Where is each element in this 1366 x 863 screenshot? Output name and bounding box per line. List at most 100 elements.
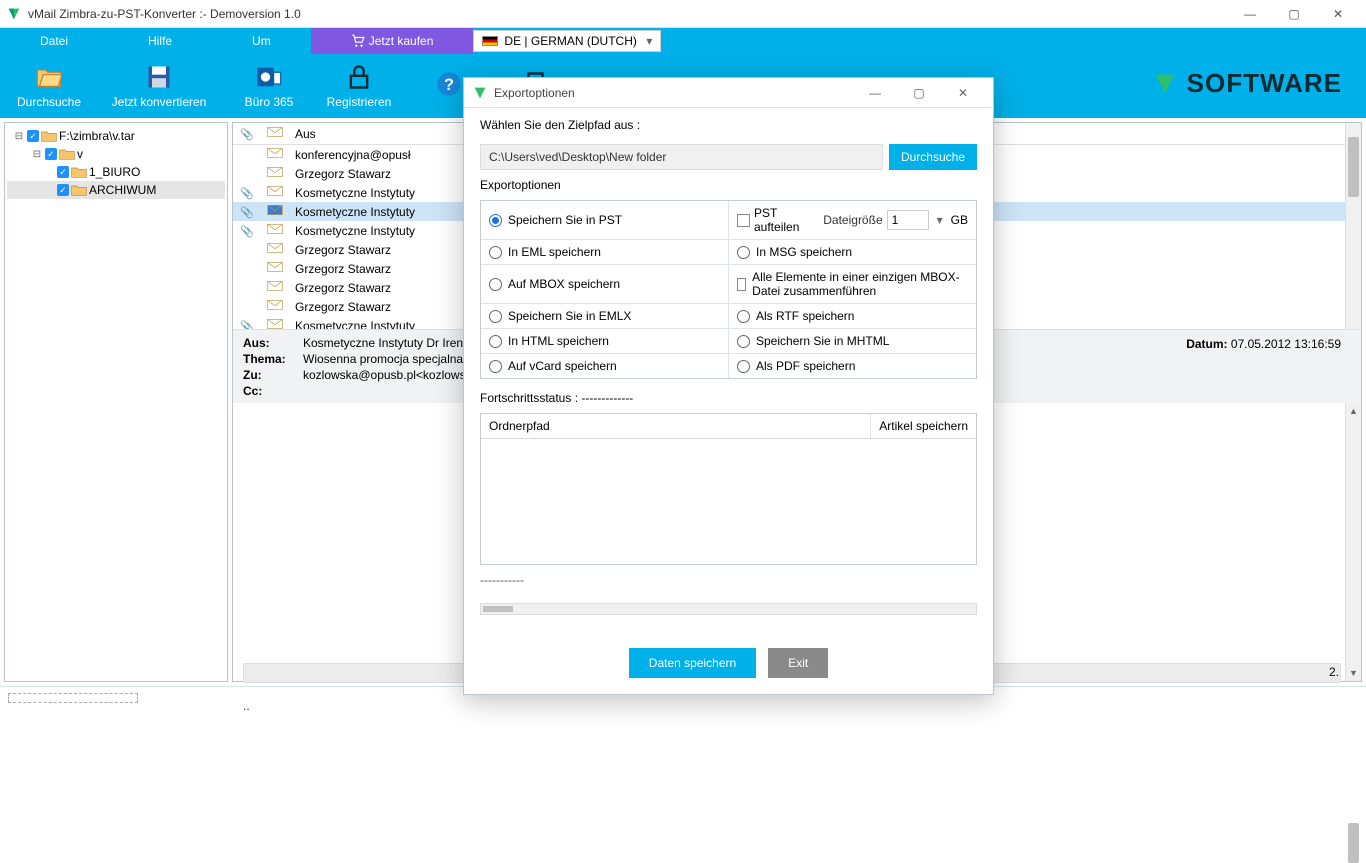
exit-button[interactable]: Exit	[768, 648, 828, 678]
envelope-icon	[267, 261, 283, 273]
checkbox-icon[interactable]	[737, 214, 750, 227]
content-vertical-scrollbar[interactable]: ▲ ▼	[1345, 403, 1361, 681]
tool-office365[interactable]: Büro 365	[224, 56, 314, 116]
radio-icon	[737, 310, 750, 323]
dialog-titlebar: Exportoptionen — ▢ ✕	[464, 78, 993, 108]
dialog-close-button[interactable]: ✕	[941, 86, 985, 100]
tree-twisty-icon[interactable]: ⊟	[31, 149, 43, 160]
paperclip-icon: 📎	[240, 321, 254, 330]
flag-de-icon	[482, 36, 498, 46]
scrollbar-thumb[interactable]	[1348, 823, 1359, 863]
horizontal-scrollbar[interactable]	[480, 603, 977, 615]
detail-to-label: Zu:	[243, 368, 303, 382]
option-mhtml[interactable]: Speichern Sie in MHTML	[728, 329, 976, 353]
dialog-maximize-button[interactable]: ▢	[897, 86, 941, 100]
tool-browse[interactable]: Durchsuche	[4, 56, 94, 116]
tool-convert[interactable]: Jetzt konvertieren	[94, 56, 224, 116]
menu-buy-now[interactable]: Jetzt kaufen	[311, 28, 474, 54]
checkbox-icon[interactable]: ✓	[57, 184, 69, 196]
header-attachment[interactable]: 📎	[233, 123, 261, 145]
window-maximize-button[interactable]: ▢	[1272, 0, 1316, 28]
envelope-icon	[267, 280, 283, 292]
dialog-minimize-button[interactable]: —	[853, 86, 897, 100]
window-minimize-button[interactable]: —	[1228, 0, 1272, 28]
dialog-title: Exportoptionen	[494, 86, 575, 100]
output-path-input[interactable]	[480, 144, 883, 170]
tree-item-biuro[interactable]: ✓ 1_BIURO	[7, 163, 225, 181]
progress-dashes: -----------	[480, 573, 977, 587]
svg-text:?: ?	[444, 76, 454, 94]
tree-label: F:\zimbra\v.tar	[59, 129, 135, 143]
save-icon	[145, 63, 173, 91]
scrollbar-thumb[interactable]	[483, 606, 513, 612]
envelope-icon	[267, 204, 283, 216]
preview-fragment-dots: ..	[243, 699, 250, 713]
titlebar: vMail Zimbra-zu-PST-Konverter :- Demover…	[0, 0, 1366, 28]
dialog-footer: Daten speichern Exit	[464, 636, 993, 694]
app-logo-icon	[472, 85, 488, 101]
header-read[interactable]	[261, 123, 289, 145]
chevron-down-icon[interactable]: ▾	[933, 213, 947, 227]
detail-from-label: Aus:	[243, 336, 303, 350]
scroll-up-icon[interactable]: ▲	[1346, 403, 1361, 419]
checkbox-icon[interactable]	[737, 278, 746, 291]
option-rtf[interactable]: Als RTF speichern	[728, 304, 976, 328]
brand-logo: SOFTWARE	[1151, 68, 1342, 99]
outlook-icon	[255, 63, 283, 91]
option-mbox-single[interactable]: Alle Elemente in einer einzigen MBOX-Dat…	[728, 265, 976, 303]
question-icon: ?	[435, 70, 463, 98]
radio-on-icon	[489, 214, 502, 227]
maillist-vertical-scrollbar[interactable]	[1345, 123, 1361, 329]
envelope-icon	[267, 318, 283, 329]
radio-icon	[737, 360, 750, 373]
checkbox-icon[interactable]: ✓	[27, 130, 39, 142]
detail-subject: Wiosenna promocja specjalna!	[303, 352, 466, 366]
folder-icon	[71, 166, 87, 178]
radio-icon	[489, 246, 502, 259]
scroll-down-icon[interactable]: ▼	[1346, 665, 1361, 681]
scrollbar-thumb[interactable]	[1348, 137, 1359, 197]
progress-header-path: Ordnerpfad	[481, 414, 870, 438]
option-emlx[interactable]: Speichern Sie in EMLX	[481, 304, 728, 328]
envelope-icon	[267, 223, 283, 235]
tree-item-v[interactable]: ⊟ ✓ v	[7, 145, 225, 163]
progress-grid: Ordnerpfad Artikel speichern	[480, 413, 977, 565]
progress-header-save: Artikel speichern	[870, 414, 976, 438]
language-selector[interactable]: DE | GERMAN (DUTCH) ▾	[473, 30, 661, 52]
menu-file[interactable]: Datei	[0, 28, 108, 54]
folder-tree: ⊟ ✓ F:\zimbra\v.tar ⊟ ✓ v ✓ 1_BIURO ✓ AR…	[4, 122, 228, 682]
option-eml[interactable]: In EML speichern	[481, 240, 728, 264]
tool-register[interactable]: Registrieren	[314, 56, 404, 116]
checkbox-icon[interactable]: ✓	[57, 166, 69, 178]
tree-twisty-icon[interactable]: ⊟	[13, 131, 25, 142]
filesize-input[interactable]	[887, 210, 929, 230]
save-data-button[interactable]: Daten speichern	[629, 648, 756, 678]
option-msg[interactable]: In MSG speichern	[728, 240, 976, 264]
filesize-label: Dateigröße	[823, 213, 882, 227]
option-pst[interactable]: Speichern Sie in PST	[481, 201, 728, 239]
folder-icon	[59, 148, 75, 160]
menu-about[interactable]: Um	[212, 28, 311, 54]
browse-button[interactable]: Durchsuche	[889, 144, 977, 170]
option-html[interactable]: In HTML speichern	[481, 329, 728, 353]
option-mbox[interactable]: Auf MBOX speichern	[481, 265, 728, 303]
export-options-grid: Speichern Sie in PST PST aufteilen Datei…	[480, 200, 977, 379]
export-options-dialog: Exportoptionen — ▢ ✕ Wählen Sie den Ziel…	[463, 77, 994, 695]
envelope-icon	[267, 126, 283, 138]
option-vcard[interactable]: Auf vCard speichern	[481, 354, 728, 378]
window-close-button[interactable]: ✕	[1316, 0, 1360, 28]
preview-fragment-2: 2.	[1329, 665, 1339, 679]
folder-open-icon	[35, 63, 63, 91]
detail-date: Datum: 07.05.2012 13:16:59	[1186, 337, 1341, 351]
tree-label: ARCHIWUM	[89, 183, 156, 197]
cart-icon	[351, 34, 365, 48]
option-split-pst[interactable]: PST aufteilen	[754, 206, 819, 234]
menu-help[interactable]: Hilfe	[108, 28, 212, 54]
option-pdf[interactable]: Als PDF speichern	[728, 354, 976, 378]
radio-icon	[489, 360, 502, 373]
tree-item-root[interactable]: ⊟ ✓ F:\zimbra\v.tar	[7, 127, 225, 145]
window-title: vMail Zimbra-zu-PST-Konverter :- Demover…	[28, 7, 301, 21]
filesize-unit: GB	[951, 213, 968, 227]
checkbox-icon[interactable]: ✓	[45, 148, 57, 160]
tree-item-archiwum[interactable]: ✓ ARCHIWUM	[7, 181, 225, 199]
